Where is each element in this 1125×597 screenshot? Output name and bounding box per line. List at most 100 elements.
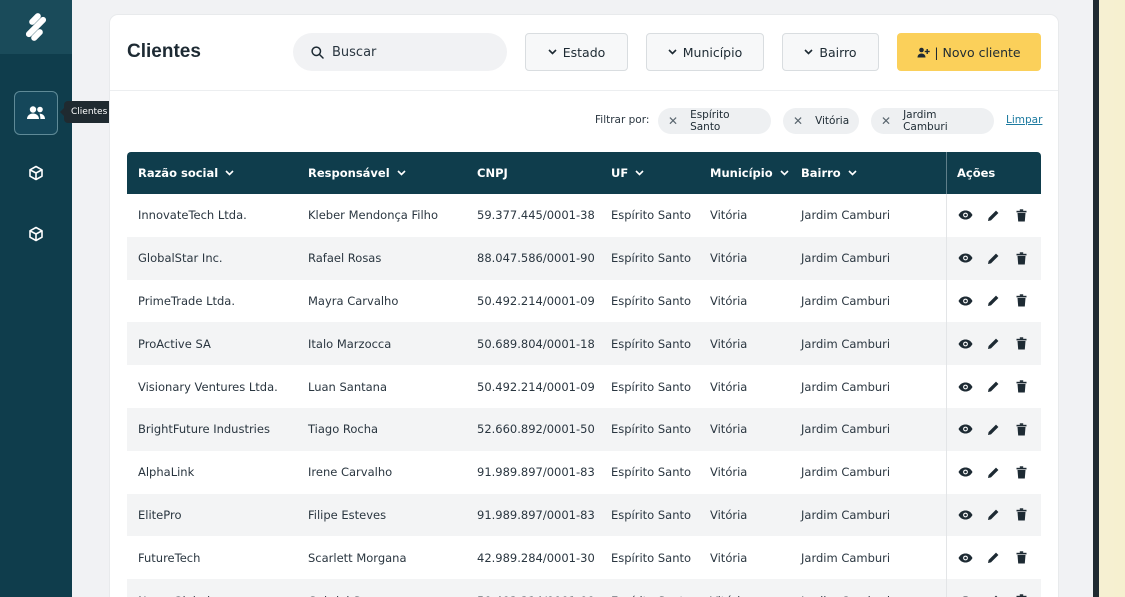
row-actions [957,494,1029,537]
logo[interactable] [0,0,72,54]
delete-icon[interactable] [1013,293,1029,309]
view-icon[interactable] [957,379,973,395]
table-row[interactable]: AlphaLink Irene Carvalho 91.989.897/0001-8… [127,450,1041,494]
filter-bairro-dropdown[interactable]: Bairro [782,33,879,71]
edit-icon[interactable] [985,379,1001,395]
chevron-down-icon [225,170,234,176]
new-client-label: | Novo cliente [934,44,1021,60]
column-separator [946,579,947,597]
search-input[interactable] [332,44,492,60]
table-row[interactable]: ElitePro Filipe Esteves 91.989.897/0001-83… [127,493,1041,537]
filter-chip-bairro[interactable]: ✕ Jardim Camburi [871,108,994,134]
filter-chip-label: Jardim Camburi [903,109,948,133]
filter-chip-estado[interactable]: ✕ Espírito Santo [658,108,771,134]
column-header-acoes: Ações [957,152,995,194]
column-separator [946,279,947,323]
close-icon[interactable]: ✕ [793,114,803,128]
edit-icon[interactable] [985,207,1001,223]
row-actions [957,451,1029,494]
column-header-razao-social[interactable]: Razão social [138,152,234,194]
clients-panel: Clientes Estado Município Bairro | Novo … [110,15,1058,597]
row-actions [957,408,1029,451]
chevron-down-icon [397,170,406,176]
cell-responsavel: Mayra Carvalho [308,293,399,308]
cell-razao-social: FutureTech [138,550,201,565]
column-header-cnpj: CNPJ [477,152,508,194]
table-row[interactable]: PrimeTrade Ltda. Mayra Carvalho 50.492.214… [127,279,1041,323]
delete-icon[interactable] [1013,464,1029,480]
page-title: Clientes [127,41,201,62]
cell-bairro: Jardim Camburi [801,208,891,223]
edit-icon[interactable] [985,550,1001,566]
cell-uf: Espírito Santo [611,465,692,480]
view-icon[interactable] [957,550,973,566]
cell-bairro: Jardim Camburi [801,251,891,266]
table-row[interactable]: BrightFuture Industries Tiago Rocha 52.660… [127,407,1041,451]
add-user-icon [917,47,931,57]
table-row[interactable]: Visionary Ventures Ltda. Luan Santana 50.4… [127,365,1041,408]
column-header-uf[interactable]: UF [611,152,644,194]
column-header-bairro[interactable]: Bairro [801,152,857,194]
clear-filters-link[interactable]: Limpar [1006,114,1042,126]
filter-chip-municipio[interactable]: ✕ Vitória [783,108,859,134]
row-actions [957,194,1029,237]
sidebar-item-box-1[interactable] [14,151,58,195]
sidebar-item-clientes[interactable] [14,91,58,135]
close-icon[interactable]: ✕ [668,114,678,128]
cell-razao-social: NexusGlobal [138,579,210,597]
view-icon[interactable] [957,336,973,352]
edit-icon[interactable] [985,421,1001,437]
cell-responsavel: Irene Carvalho [308,465,393,480]
cell-responsavel: Gabriel Soares [308,579,392,597]
row-actions [957,365,1029,408]
cell-municipio: Vitória [710,507,748,522]
delete-icon[interactable] [1013,250,1029,266]
edit-icon[interactable] [985,250,1001,266]
table-row[interactable]: InnovateTech Ltda. Kleber Mendonça Filho 5… [127,194,1041,237]
cell-cnpj: 50.492.214/0001-09 [477,379,595,394]
cell-uf: Espírito Santo [611,507,692,522]
view-icon[interactable] [957,207,973,223]
delete-icon[interactable] [1013,379,1029,395]
view-icon[interactable] [957,293,973,309]
delete-icon[interactable] [1013,593,1029,597]
table-row[interactable]: FutureTech Scarlett Morgana 42.989.284/000… [127,536,1041,580]
cell-cnpj: 50.689.804/0001-18 [477,336,595,351]
table-row[interactable]: ProActive SA Italo Marzocca 50.689.804/000… [127,322,1041,366]
sidebar-item-box-2[interactable] [14,212,58,256]
view-icon[interactable] [957,593,973,597]
close-icon[interactable]: ✕ [881,114,891,128]
edit-icon[interactable] [985,593,1001,597]
cell-uf: Espírito Santo [611,379,692,394]
edit-icon[interactable] [985,464,1001,480]
delete-icon[interactable] [1013,507,1029,523]
chevron-down-icon [804,49,813,55]
edit-icon[interactable] [985,293,1001,309]
delete-icon[interactable] [1013,550,1029,566]
column-header-responsavel[interactable]: Responsável [308,152,406,194]
view-icon[interactable] [957,250,973,266]
column-header-municipio[interactable]: Município [710,152,789,194]
search-box[interactable] [293,33,507,71]
table-row[interactable]: GlobalStar Inc. Rafael Rosas 88.047.586/00… [127,236,1041,280]
cell-uf: Espírito Santo [611,208,692,223]
cell-uf: Espírito Santo [611,336,692,351]
filter-municipio-label: Município [682,44,743,60]
delete-icon[interactable] [1013,336,1029,352]
cell-responsavel: Scarlett Morgana [308,550,407,565]
edit-icon[interactable] [985,336,1001,352]
delete-icon[interactable] [1013,207,1029,223]
view-icon[interactable] [957,464,973,480]
column-header-label: Ações [957,166,996,180]
view-icon[interactable] [957,421,973,437]
view-icon[interactable] [957,507,973,523]
filter-estado-dropdown[interactable]: Estado [525,33,628,71]
edit-icon[interactable] [985,507,1001,523]
sidebar: Clientes [0,0,115,597]
column-separator [946,322,947,366]
cell-cnpj: 50.492.214/0001-09 [477,579,595,597]
table-row[interactable]: NexusGlobal Gabriel Soares 50.492.214/0001… [127,579,1041,597]
delete-icon[interactable] [1013,421,1029,437]
new-client-button[interactable]: | Novo cliente [897,33,1041,71]
filter-municipio-dropdown[interactable]: Município [646,33,764,71]
